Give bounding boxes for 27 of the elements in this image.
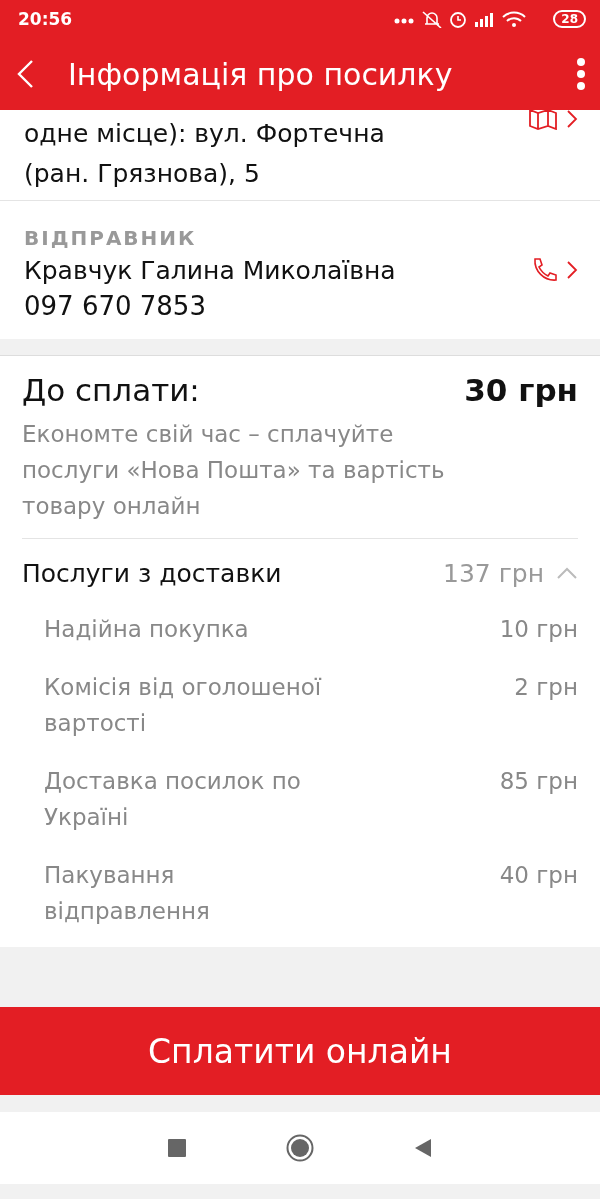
service-price: 85 грн	[499, 767, 578, 796]
services-label: Послуги з доставки	[22, 558, 282, 588]
service-name: Комісія від оголошеної вартості	[44, 673, 323, 738]
promo-text: Економте свій час – сплачуйте послуги «Нова Пошта» та вартість товару онлайн	[22, 416, 578, 539]
service-name: Надійна покупка	[44, 615, 250, 644]
services-total: 137 грн	[443, 558, 544, 588]
screen-title: Інформація про посилку	[68, 56, 454, 92]
service-price: 40 грн	[499, 861, 578, 890]
sender-name: Кравчук Галина Миколаївна	[24, 255, 397, 285]
map-icon[interactable]	[528, 110, 558, 130]
sender-phone: 097 670 7853	[24, 290, 207, 321]
home-icon[interactable]	[286, 1134, 314, 1162]
service-price: 2 грн	[514, 673, 578, 702]
amount-due-label: До сплати:	[22, 372, 200, 408]
service-name: Доставка посилок по Україні	[44, 767, 302, 832]
service-price: 10 грн	[499, 615, 578, 644]
back-icon[interactable]	[16, 59, 34, 89]
back-nav-icon[interactable]	[414, 1138, 432, 1158]
amount-due-value: 30 грн	[464, 372, 578, 408]
section-label: ВІДПРАВНИК	[24, 225, 198, 250]
pay-online-button[interactable]: Сплатити онлайн	[0, 1007, 600, 1095]
more-menu-icon[interactable]	[576, 58, 586, 90]
status-time: 20:56	[18, 9, 73, 29]
service-name: Пакування відправлення	[44, 861, 211, 926]
battery-indicator: 28	[553, 10, 586, 28]
chevron-right-icon	[566, 260, 578, 280]
address-text: одне місце): вул. Фортечна (ран. Грязнова), 5	[24, 118, 386, 190]
